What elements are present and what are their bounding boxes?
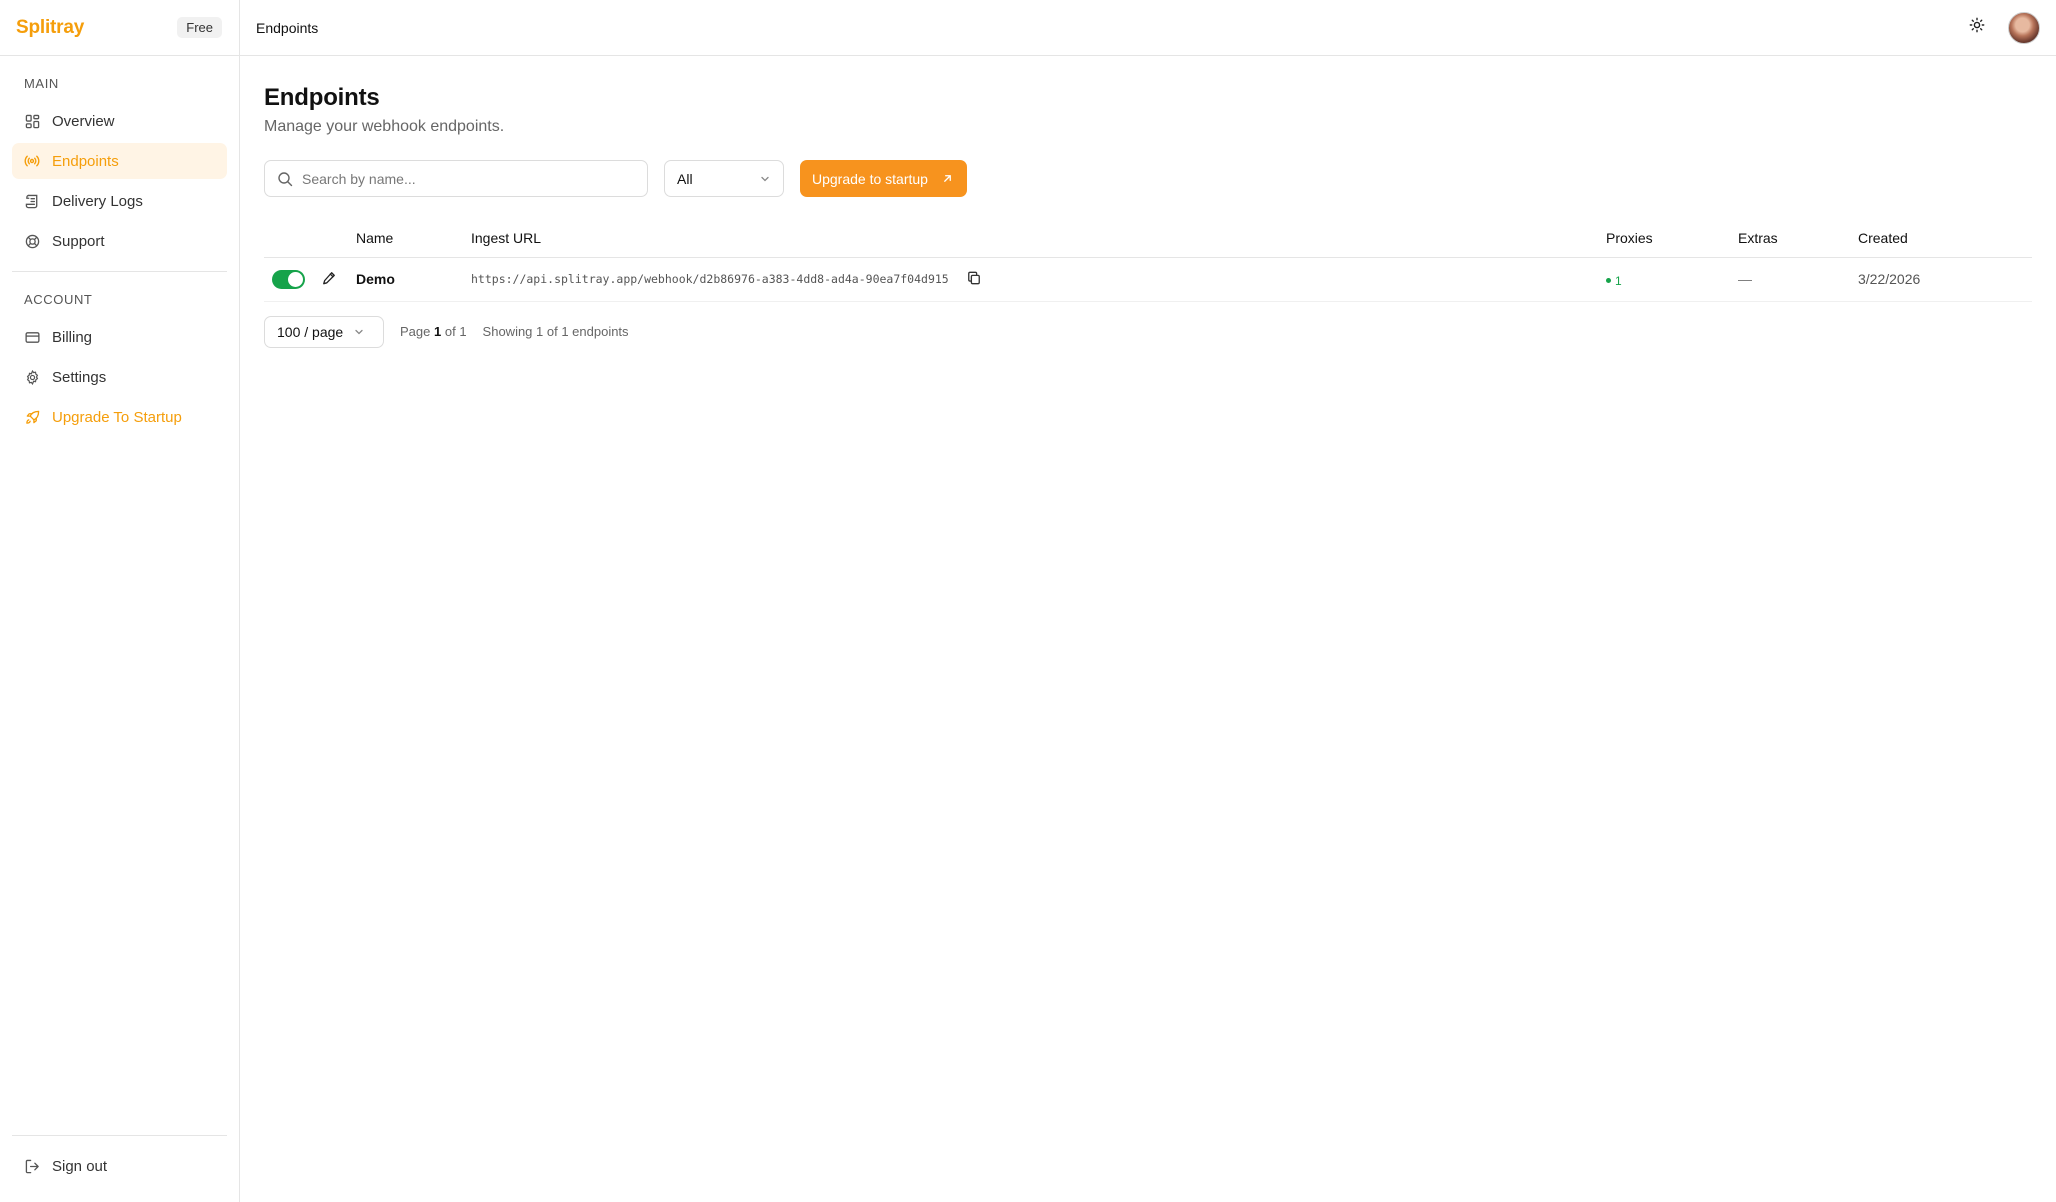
search-box (264, 160, 648, 197)
section-label-main: MAIN (24, 76, 59, 91)
page-suffix: of 1 (444, 324, 467, 339)
plan-badge: Free (177, 17, 222, 38)
breadcrumb: Endpoints (256, 19, 319, 36)
sidebar-item-settings[interactable]: Settings (12, 359, 227, 395)
column-header-created: Created (1858, 219, 2032, 258)
edit-endpoint-button[interactable] (322, 271, 336, 288)
gear-icon (24, 369, 40, 385)
page-size-value: 100 / page (277, 323, 344, 340)
page-title: Endpoints (264, 84, 380, 111)
sidebar-item-label: Support (52, 232, 105, 250)
column-header-proxies: Proxies (1606, 219, 1738, 258)
search-icon (277, 171, 293, 187)
sidebar-item-support[interactable]: Support (12, 223, 227, 259)
proxies-cell: 1 (1606, 257, 1738, 302)
top-actions (1964, 11, 2040, 44)
status-dot (1606, 278, 1611, 284)
search-input[interactable] (302, 170, 635, 187)
credit-card-icon (24, 329, 40, 345)
theme-toggle-button[interactable] (1964, 15, 1990, 41)
page-size-select[interactable]: 100 / page (264, 315, 384, 348)
sidebar-item-label: Billing (52, 328, 93, 346)
endpoint-enabled-toggle[interactable] (272, 269, 305, 289)
pagination: 100 / page Page 1 of 1 Showing 1 of 1 en… (264, 315, 2032, 348)
sidebar-item-label: Delivery Logs (52, 192, 143, 210)
upgrade-to-startup-button[interactable]: Upgrade to startup (800, 160, 967, 197)
arrow-up-right-icon (942, 173, 953, 184)
broadcast-icon (24, 153, 40, 169)
row-actions-cell (264, 257, 356, 302)
column-header-extras: Extras (1738, 219, 1858, 258)
sidebar-item-label: Settings (52, 368, 107, 386)
chevron-down-icon (759, 173, 771, 185)
extras-cell: — (1738, 257, 1858, 302)
sidebar-item-billing[interactable]: Billing (12, 319, 227, 355)
table-header-row: Name Ingest URL Proxies Extras Created (264, 219, 2032, 258)
proxies-count: 1 (1606, 274, 1622, 288)
page-prefix: Page (400, 324, 431, 339)
nav-account: ACCOUNT Billing Settings Upgrade To Star… (0, 272, 239, 435)
brand-logo[interactable]: Splitray (16, 17, 84, 39)
sign-out-button[interactable]: Sign out (12, 1148, 227, 1184)
page-subtitle: Manage your webhook endpoints. (264, 118, 505, 135)
status-filter-select[interactable]: All (664, 160, 784, 197)
grid-icon (24, 113, 40, 129)
endpoint-name[interactable]: Demo (356, 257, 471, 302)
sidebar: Splitray Free MAIN Overview Endpoints De… (0, 0, 240, 1202)
column-header-name: Name (356, 219, 471, 258)
ingest-url-cell: https://api.splitray.app/webhook/d2b8697… (471, 257, 1606, 302)
chevron-down-icon (353, 326, 365, 338)
proxies-value: 1 (1615, 273, 1622, 288)
sidebar-item-label: Upgrade To Startup (52, 408, 182, 426)
sidebar-footer: Sign out (0, 1135, 239, 1202)
section-label-account: ACCOUNT (24, 292, 93, 307)
nav-main: MAIN Overview Endpoints Delivery Logs Su… (0, 56, 239, 259)
toolbar: All Upgrade to startup (264, 160, 2032, 197)
main-content: Endpoints Manage your webhook endpoints.… (264, 56, 2032, 348)
sidebar-item-delivery-logs[interactable]: Delivery Logs (12, 183, 227, 219)
sidebar-item-overview[interactable]: Overview (12, 103, 227, 139)
lifebuoy-icon (24, 233, 40, 249)
page-current: 1 (434, 324, 442, 339)
sidebar-item-endpoints[interactable]: Endpoints (12, 143, 227, 179)
sidebar-item-label: Overview (52, 112, 115, 130)
status-filter-value: All (677, 170, 693, 187)
ingest-url: https://api.splitray.app/webhook/d2b8697… (471, 272, 949, 287)
scroll-icon (24, 193, 40, 209)
sidebar-item-label: Endpoints (52, 152, 119, 170)
sidebar-item-upgrade[interactable]: Upgrade To Startup (12, 399, 227, 435)
showing-count: Showing 1 of 1 endpoints (482, 324, 629, 339)
table-row: Demo https://api.splitray.app/webhook/d2… (264, 257, 2032, 302)
avatar[interactable] (2008, 11, 2040, 44)
copy-url-button[interactable] (967, 271, 981, 288)
column-header-toggle (264, 219, 356, 258)
sign-out-label: Sign out (52, 1157, 108, 1175)
page-indicator: Page 1 of 1 (400, 324, 467, 339)
rocket-icon (24, 409, 40, 425)
pencil-icon (322, 271, 336, 288)
sidebar-divider (12, 1135, 227, 1136)
upgrade-button-label: Upgrade to startup (812, 170, 928, 187)
created-cell: 3/22/2026 (1858, 257, 2032, 302)
top-bar: Endpoints (240, 0, 2056, 56)
brand-row: Splitray Free (0, 0, 239, 56)
column-header-ingest-url: Ingest URL (471, 219, 1606, 258)
logout-icon (24, 1158, 40, 1174)
sun-icon (1969, 17, 1985, 38)
copy-icon (967, 271, 981, 288)
endpoints-table: Name Ingest URL Proxies Extras Created D… (264, 219, 2032, 302)
